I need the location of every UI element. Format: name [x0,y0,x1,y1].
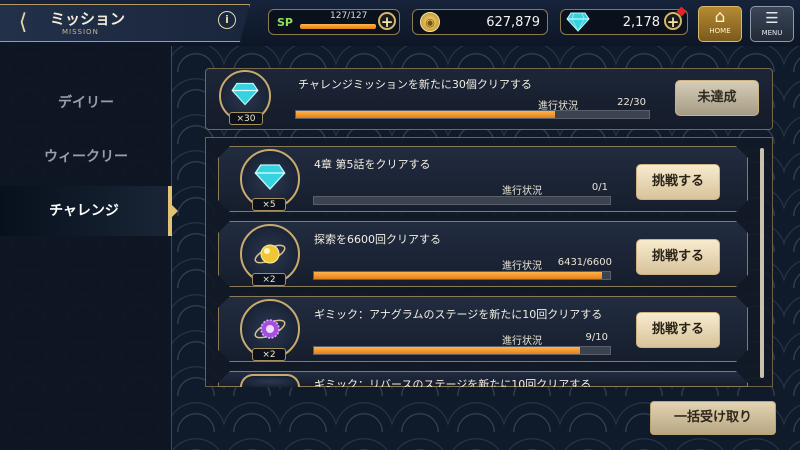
gem-icon [566,12,590,32]
progress-value: 0/1 [591,182,608,193]
incomplete-button[interactable]: 未達成 [675,80,759,116]
reward-qty: ×5 [252,198,286,211]
reward-qty: ×30 [229,112,263,125]
home-button[interactable]: ⌂ HOME [698,6,742,42]
coin-icon: ◉ [420,12,440,32]
menu-button[interactable]: ☰ MENU [750,6,794,42]
gem-icon [254,164,286,190]
gem-value: 2,178 [622,15,660,30]
reward-qty: ×2 [252,348,286,361]
challenge-button[interactable]: 挑戦する [636,312,720,348]
reward-qty: ×2 [252,273,286,286]
challenge-button[interactable]: 挑戦する [636,239,720,275]
progress-fill [296,111,555,118]
progress-label: 進行状況 [502,336,542,347]
progress-bar [295,110,650,119]
progress-value: 6431/6600 [557,257,612,268]
progress-fill [314,347,581,354]
home-label: HOME [709,27,731,35]
progress-value: 9/10 [585,332,608,343]
progress-fill [314,272,603,279]
mission-text: 4章 第5話をクリアする [314,158,431,171]
back-arrow-icon[interactable]: ⟨ [8,10,38,36]
progress-label: 進行状況 [502,261,542,272]
page-title: ミッション [50,10,126,28]
mission-text: ギミック：アナグラムのステージを新たに10回クリアする [314,308,603,321]
sidebar-item-challenge[interactable]: チャレンジ [0,186,178,236]
claim-all-button[interactable]: 一括受け取り [650,401,776,435]
mission-text: チャレンジミッションを新たに30個クリアする [298,78,532,91]
progress-bar [313,271,611,280]
sp-plus-icon[interactable]: + [378,12,396,30]
challenge-button[interactable]: 挑戦する [636,164,720,200]
sp-label: SP [277,16,293,29]
sp-bar [300,24,376,29]
page-subtitle: MISSION [62,28,99,36]
gem-icon [231,82,259,106]
mission-text: 探索を6600回クリアする [314,233,441,246]
scrollbar-thumb[interactable] [760,148,764,378]
sidebar-item-weekly[interactable]: ウィークリー [0,132,172,182]
sp-value: 127/127 [330,11,368,21]
menu-label: MENU [761,29,783,37]
menu-icon: ☰ [765,9,779,27]
purple-orb-icon [254,319,286,339]
progress-label: 進行状況 [502,186,542,197]
gold-orb-icon [254,244,286,264]
sp-bar-fill [300,24,376,29]
coin-value: 627,879 [486,15,540,30]
progress-bar [313,196,611,205]
reward-badge [240,374,300,387]
progress-bar [313,346,611,355]
mission-text: ギミック：リバースのステージを新たに10回クリアする [314,378,592,387]
mission-row-clip: ギミック：リバースのステージを新たに10回クリアする [314,377,591,387]
home-icon: ⌂ [714,7,726,27]
progress-value: 22/30 [617,97,646,108]
sidebar-item-daily[interactable]: デイリー [0,78,172,128]
